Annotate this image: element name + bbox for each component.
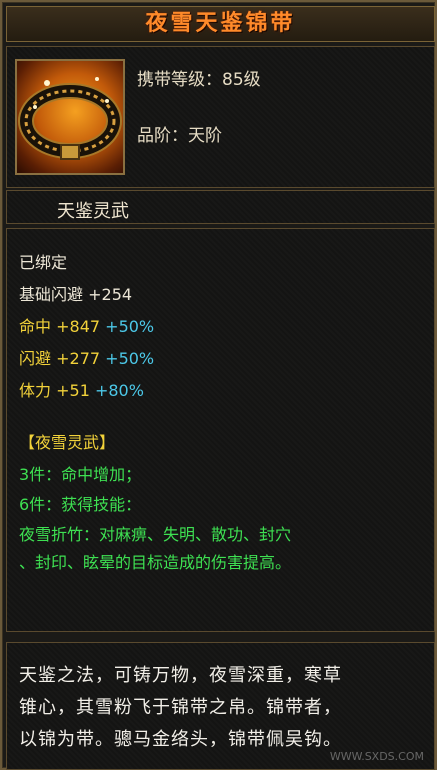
stat-base-dodge-value: +254: [88, 285, 133, 304]
carry-level-row: 携带等级：85级: [137, 65, 261, 90]
stat-base-dodge-label: 基础闪避: [19, 285, 84, 304]
item-name-title: 夜雪天鉴锦带: [6, 6, 435, 42]
description-panel: 天鉴之法，可铸万物，夜雪深重，寒草 锥心，其雪粉飞于锦带之帛。锦带者， 以锦为带…: [6, 642, 435, 770]
set-bonus-3: 3件：命中增加；: [19, 465, 142, 484]
item-tooltip: 夜雪天鉴锦带 携带等级：85级 品阶：天阶 天鉴灵武 已绑定 基础闪避 +254…: [0, 0, 437, 770]
stat-hit-value: +847: [56, 317, 101, 336]
set-bonus-6: 6件：获得技能：: [19, 495, 142, 514]
stat-dodge-value: +277: [56, 349, 101, 368]
stat-hit-bonus: +50%: [105, 317, 155, 336]
set-skill-line-2: 、封印、眩晕的目标造成的伤害提高。: [19, 553, 292, 572]
stat-base-dodge: 基础闪避 +254: [19, 281, 132, 305]
stat-hit: 命中 +847 +50%: [19, 313, 154, 337]
grade-row: 品阶：天阶: [137, 121, 222, 146]
set-title: 【夜雪灵武】: [19, 433, 116, 452]
stat-stamina-label: 体力: [19, 381, 52, 400]
description-line-2: 锥心，其雪粉飞于锦带之帛。锦带者，: [19, 697, 342, 718]
set-series-name: 天鉴灵武: [57, 201, 129, 222]
description-line-1: 天鉴之法，可铸万物，夜雪深重，寒草: [19, 665, 342, 686]
stat-stamina-bonus: +80%: [94, 381, 144, 400]
description-line-3: 以锦为带。骢马金络头，锦带佩吴钩。: [19, 729, 342, 750]
grade-value: 天阶: [188, 126, 222, 146]
stat-dodge-label: 闪避: [19, 349, 52, 368]
carry-level-label: 携带等级: [137, 70, 205, 90]
stat-hit-label: 命中: [19, 317, 52, 336]
stat-stamina-value: +51: [56, 381, 90, 400]
carry-level-value: 85级: [222, 70, 261, 90]
stat-dodge-bonus: +50%: [105, 349, 155, 368]
bound-status: 已绑定: [19, 253, 68, 272]
grade-separator: ：: [171, 126, 188, 146]
site-watermark: WWW.SXDS.COM: [329, 750, 424, 763]
stat-dodge: 闪避 +277 +50%: [19, 345, 154, 369]
set-skill-line-1: 夜雪折竹：对麻痹、失明、散功、封穴: [19, 525, 292, 544]
item-header-panel: 携带等级：85级 品阶：天阶: [6, 46, 435, 188]
carry-level-separator: ：: [205, 70, 222, 90]
stats-panel: 已绑定 基础闪避 +254 命中 +847 +50% 闪避 +277 +50% …: [6, 228, 435, 632]
grade-label: 品阶: [137, 126, 171, 146]
stat-stamina: 体力 +51 +80%: [19, 377, 144, 401]
belt-icon[interactable]: [15, 59, 125, 175]
set-series-panel: 天鉴灵武: [6, 190, 435, 224]
